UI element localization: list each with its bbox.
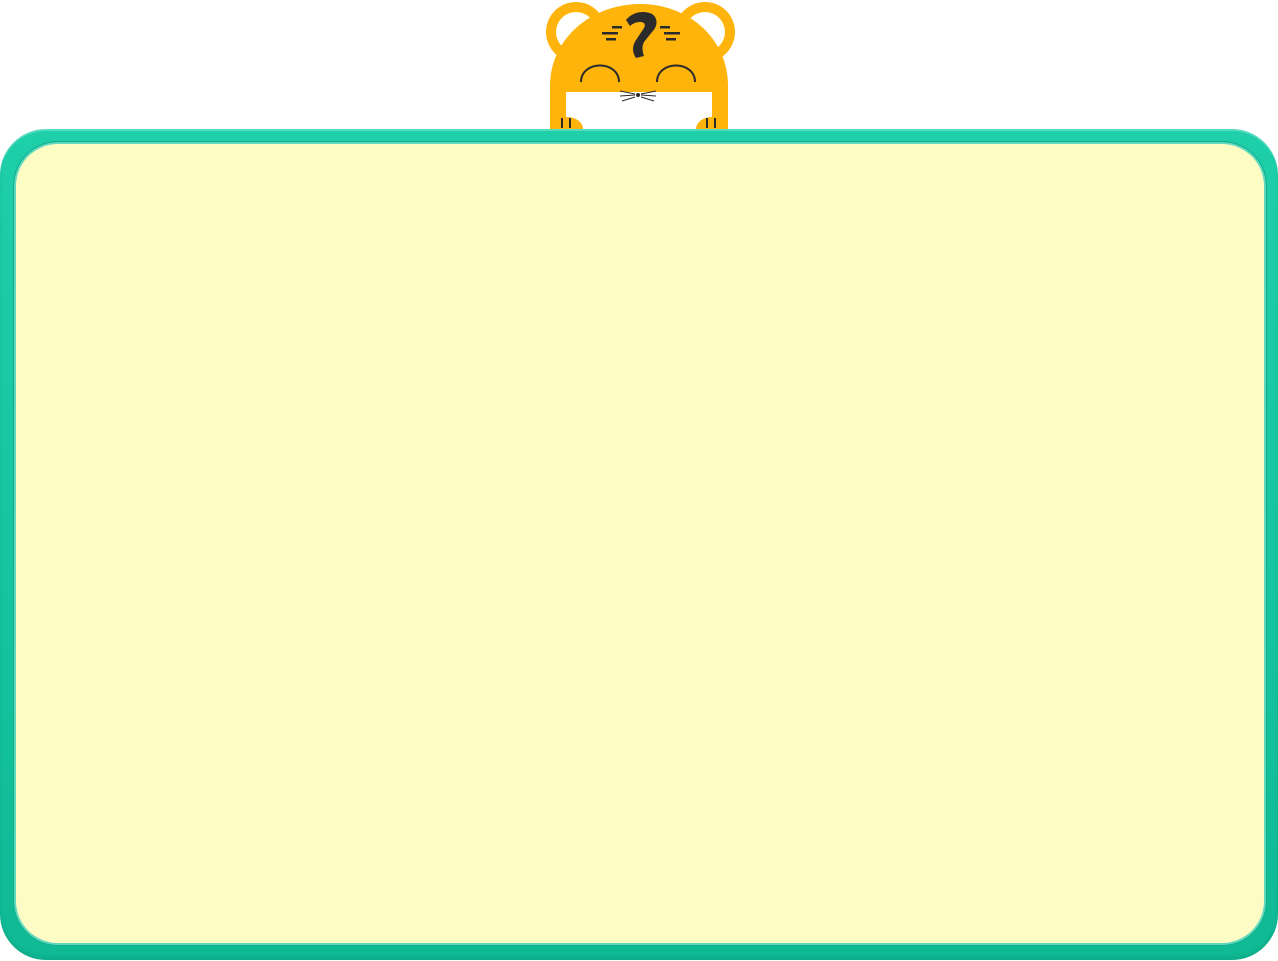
content-panel	[16, 144, 1264, 943]
muzzle	[566, 92, 712, 130]
nose	[636, 93, 640, 97]
tiger-mascot-icon	[540, 0, 740, 141]
frame-board	[0, 129, 1278, 960]
